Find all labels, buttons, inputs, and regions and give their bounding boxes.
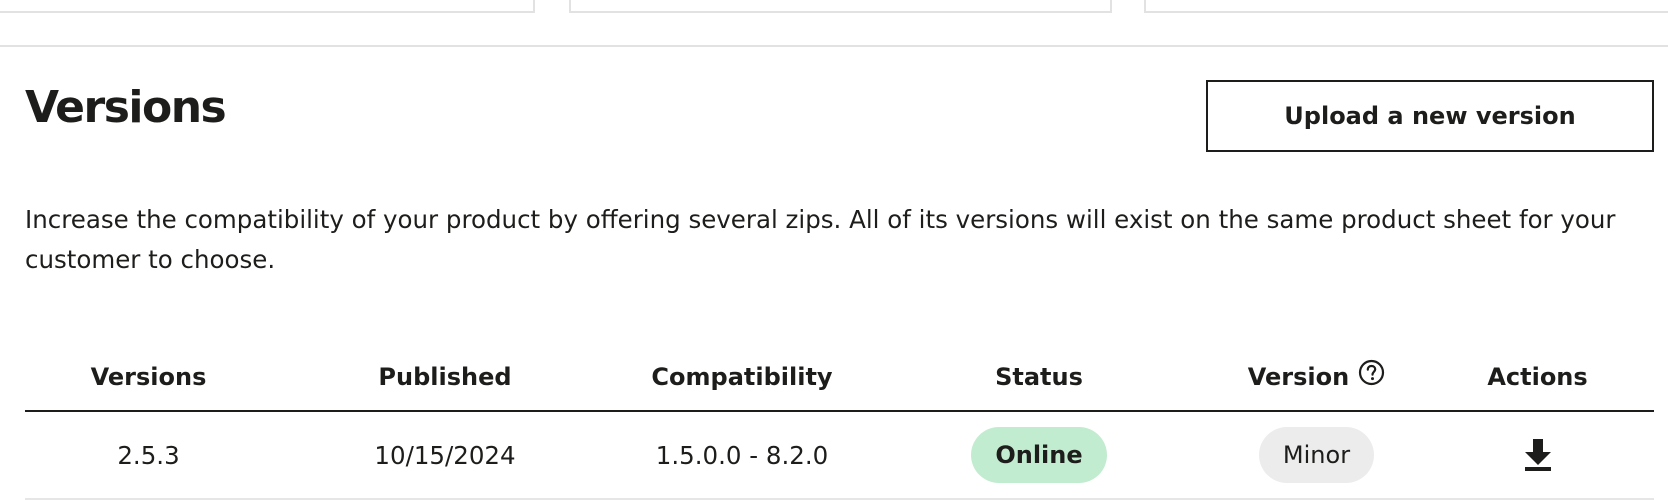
section-divider [0, 45, 1668, 47]
summary-card [1144, 0, 1668, 13]
column-header-versions: Versions [90, 362, 207, 391]
column-header-version-label: Version [1247, 362, 1350, 391]
cell-status: Online [866, 412, 1212, 498]
column-header-status: Status [995, 362, 1083, 391]
cell-version-type: Minor [1212, 412, 1421, 498]
table-row: 2.5.3 10/15/2024 1.5.0.0 - 8.2.0 Online … [25, 412, 1654, 500]
download-icon[interactable] [1521, 437, 1555, 473]
summary-card [0, 0, 535, 13]
column-header-published: Published [378, 362, 512, 391]
summary-card [569, 0, 1112, 13]
versions-page: Versions Upload a new version Increase t… [0, 0, 1668, 500]
status-badge: Online [971, 427, 1107, 483]
versions-table: Versions Published Compatibility Status … [25, 343, 1654, 500]
cell-compatibility: 1.5.0.0 - 8.2.0 [655, 440, 829, 470]
column-header-compatibility: Compatibility [651, 362, 833, 391]
cell-published: 10/15/2024 [374, 440, 516, 470]
column-header-actions: Actions [1487, 362, 1588, 391]
upload-new-version-button[interactable]: Upload a new version [1206, 80, 1654, 152]
section-description: Increase the compatibility of your produ… [25, 205, 1616, 274]
page-title: Versions [25, 82, 227, 133]
version-type-badge: Minor [1258, 427, 1375, 483]
column-header-version: Version [1212, 343, 1421, 410]
table-header: Versions Published Compatibility Status … [25, 343, 1654, 412]
cell-version: 2.5.3 [117, 440, 180, 470]
cell-actions [1421, 412, 1654, 498]
help-circle-icon[interactable] [1358, 359, 1385, 386]
